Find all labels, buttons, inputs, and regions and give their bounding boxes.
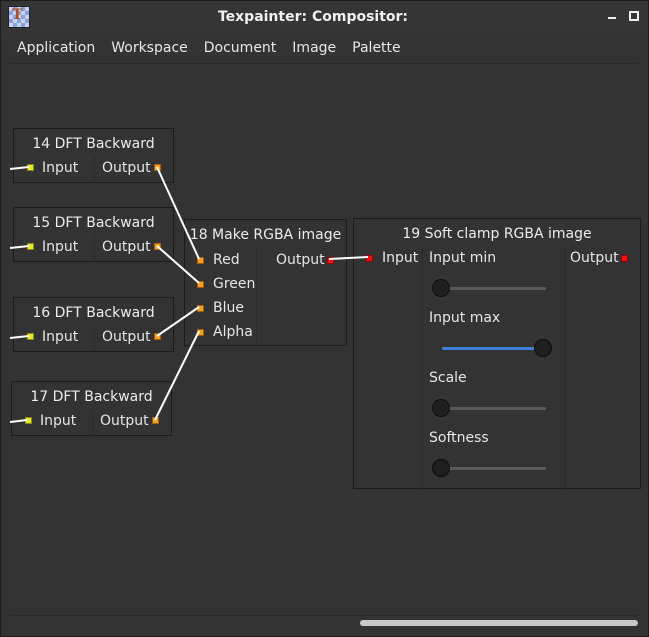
node-title: 19 Soft clamp RGBA image: [402, 226, 592, 242]
divider: [564, 246, 565, 489]
node-14-dft-backward[interactable]: 14 DFT Backward Input Output: [13, 128, 174, 183]
node-canvas[interactable]: 14 DFT Backward Input Output 15 DFT Back…: [1, 65, 648, 613]
output-port-label: Output: [100, 413, 149, 429]
input-port-label: Input: [42, 329, 79, 345]
node-15-dft-backward[interactable]: 15 DFT Backward Input Output: [13, 207, 174, 262]
input-max-slider-knob[interactable]: [534, 339, 552, 357]
menu-bar: Application Workspace Document Image Pal…: [9, 38, 409, 60]
divider: [94, 156, 95, 183]
input-port-red[interactable]: [197, 257, 204, 264]
output-port[interactable]: [154, 333, 161, 340]
input-port-alpha[interactable]: [197, 329, 204, 336]
output-port[interactable]: [154, 164, 161, 171]
param-label-scale: Scale: [429, 370, 467, 386]
input-port-label: Input: [382, 250, 419, 266]
softness-slider[interactable]: [434, 467, 546, 470]
node-title: 17 DFT Backward: [30, 389, 153, 405]
input-min-slider[interactable]: [434, 287, 546, 290]
input-port-label: Input: [40, 413, 77, 429]
scale-slider-knob[interactable]: [432, 399, 450, 417]
compositor-window: T Texpainter: Compositor: Application Wo…: [0, 0, 649, 637]
menu-palette[interactable]: Palette: [344, 38, 409, 60]
input-port-label: Input: [42, 160, 79, 176]
node-title: 15 DFT Backward: [32, 215, 155, 231]
output-port-label: Output: [102, 329, 151, 345]
horizontal-scrollbar[interactable]: [9, 615, 639, 631]
softness-slider-knob[interactable]: [432, 459, 450, 477]
title-bar[interactable]: T Texpainter: Compositor:: [1, 1, 648, 33]
output-port-label: Output: [102, 239, 151, 255]
menu-application[interactable]: Application: [9, 38, 103, 60]
output-port[interactable]: [154, 243, 161, 250]
scrollbar-thumb[interactable]: [360, 620, 638, 626]
input-port[interactable]: [366, 255, 373, 262]
minimize-icon[interactable]: [606, 10, 618, 22]
menu-image[interactable]: Image: [284, 38, 344, 60]
output-port-label: Output: [102, 160, 151, 176]
input-port-label: Input: [42, 239, 79, 255]
output-port[interactable]: [327, 257, 334, 264]
input-port-label: Green: [213, 276, 256, 292]
node-19-soft-clamp-rgba-image[interactable]: 19 Soft clamp RGBA image Input Output In…: [353, 218, 641, 489]
divider: [256, 247, 257, 346]
input-port-label: Alpha: [213, 324, 253, 340]
node-18-make-rgba-image[interactable]: 18 Make RGBA image Red Green Blue Alpha …: [184, 219, 347, 346]
menu-document[interactable]: Document: [196, 38, 285, 60]
output-port-label: Output: [276, 252, 325, 268]
input-port-green[interactable]: [197, 281, 204, 288]
node-17-dft-backward[interactable]: 17 DFT Backward Input Output: [11, 381, 172, 436]
menu-workspace[interactable]: Workspace: [103, 38, 196, 60]
input-port[interactable]: [27, 243, 34, 250]
output-port[interactable]: [621, 255, 628, 262]
input-min-slider-knob[interactable]: [432, 279, 450, 297]
divider: [92, 409, 93, 436]
scale-slider[interactable]: [434, 407, 546, 410]
param-label-softness: Softness: [429, 430, 489, 446]
divider: [94, 325, 95, 352]
param-label-input-max: Input max: [429, 310, 501, 326]
divider: [94, 235, 95, 262]
window-title: Texpainter: Compositor:: [217, 9, 409, 25]
node-title: 18 Make RGBA image: [189, 227, 342, 243]
input-port[interactable]: [25, 417, 32, 424]
input-port-blue[interactable]: [197, 305, 204, 312]
divider: [422, 246, 423, 489]
input-port[interactable]: [27, 333, 34, 340]
input-port-label: Blue: [213, 300, 244, 316]
node-16-dft-backward[interactable]: 16 DFT Backward Input Output: [13, 297, 174, 352]
input-port[interactable]: [27, 164, 34, 171]
param-label-input-min: Input min: [429, 250, 497, 266]
node-title: 14 DFT Backward: [32, 136, 155, 152]
menu-divider: [9, 63, 639, 64]
output-port[interactable]: [152, 417, 159, 424]
maximize-icon[interactable]: [628, 10, 640, 22]
input-max-slider-fill: [442, 347, 542, 350]
node-title: 16 DFT Backward: [32, 305, 155, 321]
output-port-label: Output: [570, 250, 619, 266]
input-port-label: Red: [213, 252, 240, 268]
